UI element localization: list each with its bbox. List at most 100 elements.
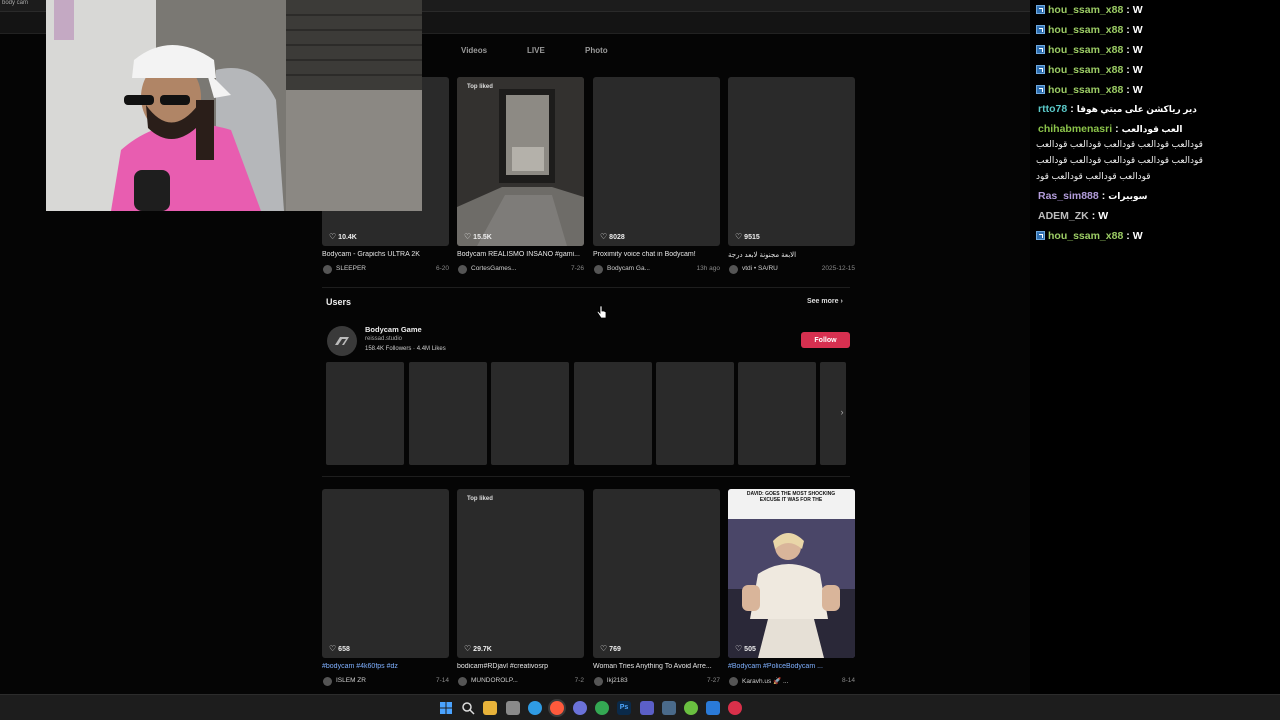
- tab-live[interactable]: LIVE: [527, 46, 545, 55]
- video-thumbnail[interactable]: ♡ 769: [593, 489, 720, 658]
- moderator-badge-icon: [1036, 65, 1045, 74]
- top-liked-badge: Top liked: [467, 496, 493, 502]
- user-video-thumbnail[interactable]: [738, 362, 816, 465]
- avatar[interactable]: [458, 265, 467, 274]
- user-video-thumbnail[interactable]: [491, 362, 569, 465]
- user-video-thumbnail[interactable]: [656, 362, 734, 465]
- user-video-thumbnail[interactable]: [409, 362, 487, 465]
- heart-icon: ♡: [464, 232, 472, 241]
- chat-message: hou_ssam_x88: W: [1036, 4, 1143, 16]
- browser-tab-title[interactable]: body cam: [2, 0, 28, 6]
- video-meta: ISLEM ZR 7-14: [322, 676, 449, 686]
- chat-message: rtto78: دير رياكشن على ميتي هوقا: [1038, 103, 1197, 115]
- video-caption[interactable]: الابعة مجنونة لابعد درجة: [728, 251, 855, 259]
- video-caption[interactable]: bodicam#RDjavl #creativosrp: [457, 663, 584, 670]
- video-caption[interactable]: Bodycam REALISMO INSANO #gami...: [457, 251, 584, 258]
- video-meta: vtdi • SA/RU 2025-12-15: [728, 264, 855, 274]
- app-green-icon[interactable]: [684, 701, 698, 715]
- user-video-thumbnail[interactable]: [326, 362, 404, 465]
- windows-taskbar: Ps: [0, 694, 1280, 720]
- video-thumbnail[interactable]: ♡ 658: [322, 489, 449, 658]
- chrome-icon[interactable]: [595, 701, 609, 715]
- likes-count: 4.4M Likes: [416, 346, 446, 352]
- like-count: ♡ 658: [329, 644, 350, 653]
- author-name[interactable]: ISLEM ZR: [336, 677, 366, 684]
- browser-icon[interactable]: [550, 701, 564, 715]
- video-meta: SLEEPER 6-20: [322, 264, 449, 274]
- moderator-badge-icon: [1036, 25, 1045, 34]
- video-thumbnail[interactable]: ♡ 9515: [728, 77, 855, 246]
- user-handle: reissad.studio: [365, 336, 403, 342]
- video-thumbnail[interactable]: DAVID: GOES THE MOST SHOCKING EXCUSE IT …: [728, 489, 855, 658]
- video-caption[interactable]: Bodycam - Grapichs ULTRA 2K: [322, 251, 449, 258]
- moderator-badge-icon: [1036, 45, 1045, 54]
- tab-photo[interactable]: Photo: [585, 46, 608, 55]
- video-meta: CortesGames... 7-26: [457, 264, 584, 274]
- video-thumbnail[interactable]: Top liked ♡ 15.5K: [457, 77, 584, 246]
- video-caption[interactable]: #bodycam #4k60fps #dz: [322, 663, 449, 670]
- search-icon[interactable]: [461, 701, 475, 715]
- video-caption[interactable]: Proximity voice chat in Bodycam!: [593, 251, 720, 258]
- avatar[interactable]: [458, 677, 467, 686]
- avatar[interactable]: [594, 265, 603, 274]
- chat-message: hou_ssam_x88: W: [1036, 84, 1143, 96]
- author-name[interactable]: MUNDOROLP...: [471, 677, 518, 684]
- overlay-caption: DAVID: GOES THE MOST SHOCKING EXCUSE IT …: [746, 491, 836, 503]
- tab-videos[interactable]: Videos: [461, 46, 487, 55]
- users-section-title: Users: [326, 297, 352, 307]
- author-name[interactable]: Bodycam Ga...: [607, 265, 650, 272]
- chat-message: Ras_sim888: سوبيرات: [1038, 190, 1148, 202]
- follow-button[interactable]: Follow: [801, 332, 850, 348]
- like-count: ♡ 15.5K: [464, 232, 492, 241]
- author-name[interactable]: lkj2183: [607, 677, 628, 684]
- avatar[interactable]: [594, 677, 603, 686]
- video-meta: lkj2183 7-27: [593, 676, 720, 686]
- user-video-thumbnail[interactable]: [574, 362, 652, 465]
- user-avatar[interactable]: [327, 326, 357, 356]
- avatar[interactable]: [323, 677, 332, 686]
- heart-icon: ♡: [329, 232, 337, 241]
- file-explorer-icon[interactable]: [483, 701, 497, 715]
- heart-icon: ♡: [600, 232, 608, 241]
- moderator-badge-icon: [1036, 231, 1045, 240]
- video-date: 7-14: [435, 677, 449, 684]
- author-name[interactable]: vtdi • SA/RU: [742, 265, 778, 272]
- store-icon[interactable]: [506, 701, 520, 715]
- user-stats: 158.4K Followers · 4.4M Likes: [365, 346, 446, 352]
- discord-icon[interactable]: [573, 701, 587, 715]
- moderator-badge-icon: [1036, 85, 1045, 94]
- video-date: 8-14: [841, 677, 855, 684]
- heart-icon: ♡: [735, 232, 743, 241]
- video-thumbnail[interactable]: Top liked ♡ 29.7K: [457, 489, 584, 658]
- video-date: 7-2: [574, 677, 584, 684]
- video-caption[interactable]: #Bodycam #PoliceBodycam ...: [728, 663, 855, 670]
- photoshop-icon[interactable]: Ps: [617, 701, 631, 715]
- author-name[interactable]: SLEEPER: [336, 265, 366, 272]
- video-date: 7-27: [706, 677, 720, 684]
- video-caption[interactable]: Woman Tries Anything To Avoid Arre...: [593, 663, 720, 670]
- app-icon[interactable]: [662, 701, 676, 715]
- media-player-icon[interactable]: [728, 701, 742, 715]
- video-thumbnail[interactable]: ♡ 8028: [593, 77, 720, 246]
- user-name[interactable]: Bodycam Game: [365, 325, 422, 334]
- chevron-right-icon[interactable]: ›: [836, 406, 848, 418]
- heart-icon: ♡: [735, 644, 743, 653]
- moderator-badge-icon: [1036, 5, 1045, 14]
- like-count: ♡ 8028: [600, 232, 625, 241]
- video-meta: Karavh.us 🚀 ... 8-14: [728, 676, 855, 686]
- chat-message: hou_ssam_x88: W: [1036, 24, 1143, 36]
- avatar[interactable]: [729, 677, 738, 686]
- like-count: ♡ 29.7K: [464, 644, 492, 653]
- author-name[interactable]: Karavh.us 🚀 ...: [742, 677, 788, 685]
- avatar[interactable]: [729, 265, 738, 274]
- windows-start-icon[interactable]: [439, 701, 453, 715]
- author-name[interactable]: CortesGames...: [471, 265, 517, 272]
- avatar[interactable]: [323, 265, 332, 274]
- video-date: 6-20: [435, 265, 449, 272]
- heart-icon: ♡: [329, 644, 337, 653]
- see-more-link[interactable]: See more ›: [807, 298, 843, 305]
- chat-message: hou_ssam_x88: W: [1036, 44, 1143, 56]
- teams-icon[interactable]: [640, 701, 654, 715]
- edge-icon[interactable]: [528, 701, 542, 715]
- app-blue-icon[interactable]: [706, 701, 720, 715]
